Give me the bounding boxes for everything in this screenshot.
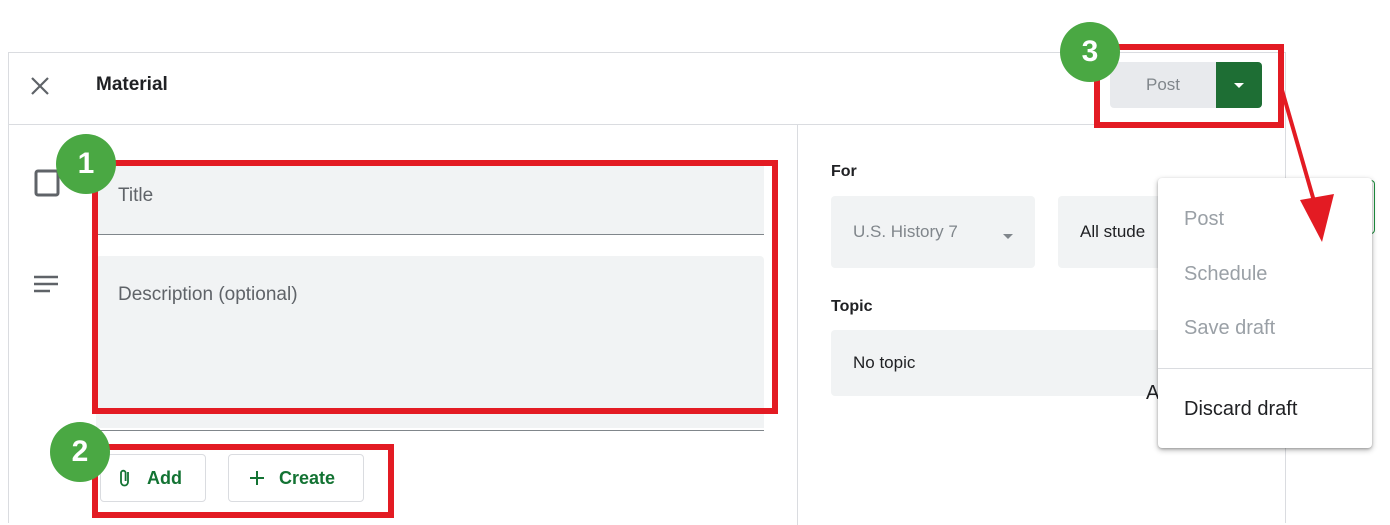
close-icon <box>31 77 49 95</box>
side-panel-divider <box>797 125 798 525</box>
annotation-arrow <box>1280 89 1334 242</box>
add-button[interactable]: Add <box>100 454 206 502</box>
class-select[interactable]: U.S. History 7 <box>831 196 1035 268</box>
topic-select-value: No topic <box>853 353 916 372</box>
dropdown-arrow-icon <box>1001 226 1015 246</box>
step-badge-3: 3 <box>1060 22 1120 82</box>
menu-item-schedule[interactable]: Schedule <box>1184 263 1267 286</box>
topic-label: Topic <box>831 298 873 315</box>
description-field[interactable] <box>96 256 764 428</box>
title-underline <box>96 234 764 235</box>
step-badge-1: 1 <box>56 134 116 194</box>
create-button[interactable]: Create <box>228 454 364 502</box>
students-select-value: All stude <box>1080 222 1146 241</box>
for-label: For <box>831 163 857 180</box>
step-badge-2: 2 <box>50 422 110 482</box>
post-button[interactable]: Post <box>1110 62 1216 108</box>
attachment-icon <box>115 467 135 489</box>
description-icon <box>32 274 60 299</box>
title-field[interactable] <box>96 160 764 234</box>
close-button[interactable] <box>24 70 56 102</box>
menu-item-discard-draft[interactable]: Discard draft <box>1184 398 1297 421</box>
create-button-label: Create <box>279 467 336 488</box>
menu-divider <box>1158 368 1372 369</box>
caret-down-icon <box>1234 83 1244 88</box>
description-underline <box>96 430 764 431</box>
post-dropdown-button[interactable] <box>1216 62 1262 108</box>
plus-icon <box>247 468 267 488</box>
topic-select[interactable]: No topic <box>831 330 1158 396</box>
students-select[interactable]: All stude <box>1058 196 1158 268</box>
add-button-label: Add <box>147 467 182 488</box>
description-field-label: Description (optional) <box>118 284 298 305</box>
menu-item-save-draft[interactable]: Save draft <box>1184 317 1275 340</box>
page-title: Material <box>96 74 168 95</box>
class-select-value: U.S. History 7 <box>853 222 958 241</box>
title-field-label: Title <box>118 185 154 206</box>
menu-item-post[interactable]: Post <box>1184 208 1224 231</box>
